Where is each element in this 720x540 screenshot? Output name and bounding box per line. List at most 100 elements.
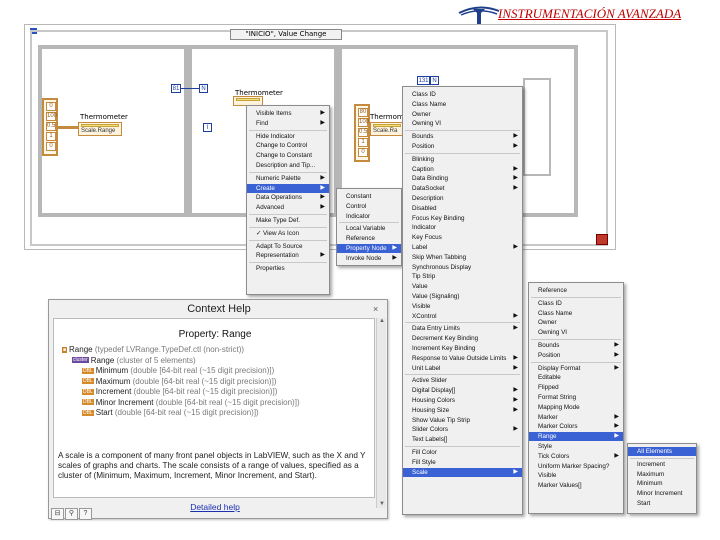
property-item-slider-colors[interactable]: Slider Colors ▶	[403, 425, 522, 434]
range-item-start[interactable]: Start	[628, 499, 696, 508]
array-element[interactable]: 0	[46, 102, 56, 111]
create-item-property-node[interactable]: Property Node ▶	[337, 244, 401, 253]
scroll-up-icon[interactable]: ▲	[377, 318, 387, 324]
error-terminal[interactable]: I	[203, 123, 212, 132]
property-item-position[interactable]: Position ▶	[403, 142, 522, 151]
array-element[interactable]: 1	[358, 138, 368, 147]
menu1-item-numeric-palette[interactable]: Numeric Palette ▶	[247, 174, 329, 183]
array-element[interactable]: 1	[46, 132, 56, 141]
property-item-class-name[interactable]: Class Name	[403, 100, 522, 109]
menu1-item-hide-indicator[interactable]: Hide Indicator	[247, 132, 329, 141]
menu1-item-description-and-tip[interactable]: Description and Tip...	[247, 161, 329, 170]
property-item-blinking[interactable]: Blinking	[403, 155, 522, 164]
create-item-indicator[interactable]: Indicator	[337, 212, 401, 221]
scale-item-reference[interactable]: Reference	[529, 286, 623, 295]
property-item-unit-label[interactable]: Unit Label ▶	[403, 364, 522, 373]
menu1-item-view-as-icon[interactable]: ✓ View As Icon	[247, 229, 329, 238]
scale-item-owner[interactable]: Owner	[529, 318, 623, 327]
property-item-data-entry-limits[interactable]: Data Entry Limits ▶	[403, 324, 522, 333]
menu1-item-visible-items[interactable]: Visible Items ▶	[247, 109, 329, 118]
property-item-housing-colors[interactable]: Housing Colors ▶	[403, 396, 522, 405]
menu1-item-change-to-control[interactable]: Change to Control	[247, 141, 329, 150]
scale-item-class-name[interactable]: Class Name	[529, 309, 623, 318]
scale-item-class-id[interactable]: Class ID	[529, 299, 623, 308]
numeric-81-terminal[interactable]: 81	[171, 84, 181, 93]
create-item-control[interactable]: Control	[337, 202, 401, 211]
menu1-item-find[interactable]: Find ▶	[247, 119, 329, 128]
scale-item-format-string[interactable]: Format String	[529, 393, 623, 402]
property-item-visible[interactable]: Visible	[403, 302, 522, 311]
menu1-item-advanced[interactable]: Advanced ▶	[247, 203, 329, 212]
stop-terminal[interactable]	[596, 234, 608, 245]
scale-item-visible[interactable]: Visible	[529, 471, 623, 480]
property-item-fill-style[interactable]: Fill Style	[403, 458, 522, 467]
property-node-scale-range-1[interactable]: Scale.Range	[78, 122, 122, 136]
detailed-help-icon[interactable]: ?	[79, 508, 92, 520]
numeric-131-terminal[interactable]: 131	[417, 76, 430, 85]
scale-item-editable[interactable]: Editable	[529, 373, 623, 382]
property-item-bounds[interactable]: Bounds ▶	[403, 132, 522, 141]
range-item-minor-increment[interactable]: Minor Increment	[628, 489, 696, 498]
scale-item-position[interactable]: Position ▶	[529, 351, 623, 360]
property-item-text-labels[interactable]: Text Labels[]	[403, 435, 522, 444]
property-item-scale[interactable]: Scale ▶	[403, 467, 522, 477]
range-item-maximum[interactable]: Maximum	[628, 470, 696, 479]
array-element[interactable]: 100	[46, 112, 57, 121]
lock-help-icon[interactable]: ⚲	[65, 508, 78, 520]
array-element[interactable]: 0	[46, 142, 56, 151]
event-case-selector[interactable]: "INICIO", Value Change	[230, 29, 342, 40]
range-constant-array-3[interactable]: 80 100 0.5 1 0	[354, 104, 370, 162]
create-item-reference[interactable]: Reference	[337, 234, 401, 243]
property-item-housing-size[interactable]: Housing Size ▶	[403, 406, 522, 415]
property-item-datasocket[interactable]: DataSocket ▶	[403, 184, 522, 193]
scale-item-owning-vi[interactable]: Owning VI	[529, 328, 623, 337]
property-item-disabled[interactable]: Disabled	[403, 204, 522, 213]
scale-item-display-format[interactable]: Display Format ▶	[529, 364, 623, 373]
array-element[interactable]: 100	[358, 118, 369, 127]
menu1-item-data-operations[interactable]: Data Operations ▶	[247, 193, 329, 202]
range-constant-array-1[interactable]: 0 100 0.5 1 0	[42, 98, 58, 156]
reference-terminal-n[interactable]: N	[199, 84, 208, 93]
property-item-data-binding[interactable]: Data Binding ▶	[403, 174, 522, 183]
property-item-focus-key-binding[interactable]: Focus Key Binding	[403, 214, 522, 223]
property-item-indicator[interactable]: Indicator	[403, 223, 522, 232]
property-item-value[interactable]: Value	[403, 282, 522, 291]
menu1-item-adapt-to-source[interactable]: Adapt To Source	[247, 242, 329, 251]
array-element[interactable]: 80	[358, 108, 368, 117]
property-item-label[interactable]: Label ▶	[403, 243, 522, 252]
reference-terminal-n-2[interactable]: N	[430, 76, 439, 85]
help-scrollbar[interactable]: ▲ ▼	[376, 318, 386, 508]
property-item-tip-strip[interactable]: Tip Strip	[403, 272, 522, 281]
property-item-skip-when-tabbing[interactable]: Skip When Tabbing	[403, 253, 522, 262]
menu1-item-make-type-def[interactable]: Make Type Def.	[247, 216, 329, 225]
range-item-all-elements[interactable]: All Elements	[628, 447, 696, 456]
scale-item-marker[interactable]: Marker ▶	[529, 413, 623, 422]
menu1-item-representation[interactable]: Representation ▶	[247, 251, 329, 260]
property-item-owning-vi[interactable]: Owning VI	[403, 119, 522, 128]
create-item-constant[interactable]: Constant	[337, 192, 401, 201]
scale-item-style[interactable]: Style	[529, 442, 623, 451]
scale-item-uniform-marker-spacing[interactable]: Uniform Marker Spacing?	[529, 462, 623, 471]
property-item-decrement-key-binding[interactable]: Decrement Key Binding	[403, 334, 522, 343]
property-item-xcontrol[interactable]: XControl ▶	[403, 312, 522, 321]
property-item-show-value-tip-strip[interactable]: Show Value Tip Strip	[403, 416, 522, 425]
property-item-digital-display[interactable]: Digital Display[] ▶	[403, 386, 522, 395]
property-item-increment-key-binding[interactable]: Increment Key Binding	[403, 344, 522, 353]
range-item-minimum[interactable]: Minimum	[628, 479, 696, 488]
menu1-item-change-to-constant[interactable]: Change to Constant	[247, 151, 329, 160]
scale-item-range[interactable]: Range ▶	[529, 432, 623, 442]
range-item-increment[interactable]: Increment	[628, 460, 696, 469]
scale-item-bounds[interactable]: Bounds ▶	[529, 341, 623, 350]
property-item-value-signaling[interactable]: Value (Signaling)	[403, 292, 522, 301]
property-item-description[interactable]: Description	[403, 194, 522, 203]
close-icon[interactable]: ×	[373, 304, 378, 314]
property-item-response-to-value-outside-limits[interactable]: Response to Value Outside Limits ▶	[403, 354, 522, 363]
property-item-owner[interactable]: Owner	[403, 110, 522, 119]
detailed-help-link[interactable]: Detailed help	[54, 502, 376, 512]
scale-item-marker-colors[interactable]: Marker Colors ▶	[529, 422, 623, 431]
scale-item-flipped[interactable]: Flipped	[529, 383, 623, 392]
property-item-caption[interactable]: Caption ▶	[403, 165, 522, 174]
scale-item-marker-values[interactable]: Marker Values[]	[529, 481, 623, 490]
menu1-item-properties[interactable]: Properties	[247, 264, 329, 273]
menu1-item-create[interactable]: Create ▶	[247, 183, 329, 193]
